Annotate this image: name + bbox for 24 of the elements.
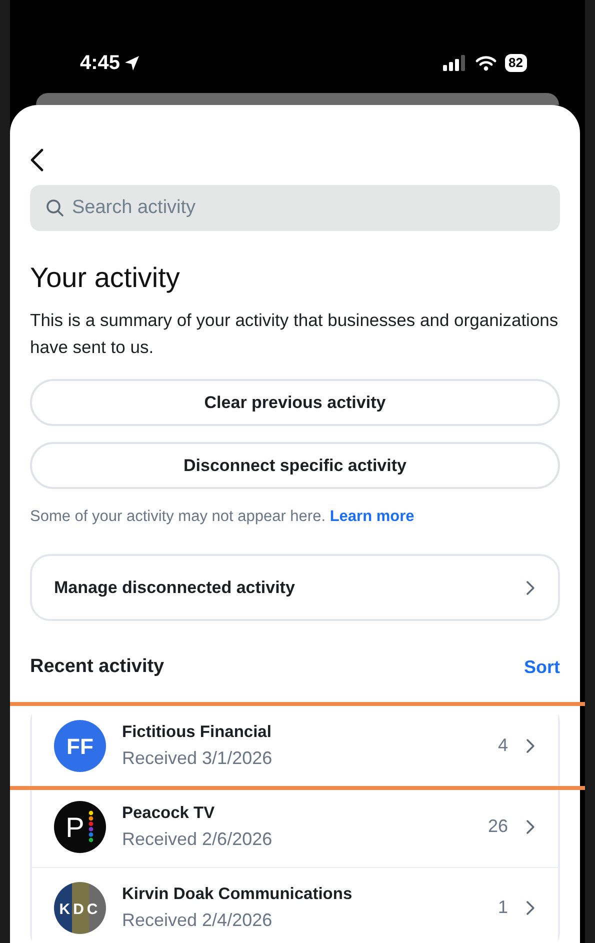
received-date: Received 3/1/2026 [122, 746, 272, 770]
activity-count: 1 [498, 896, 508, 920]
status-time: 4:45 [80, 51, 120, 76]
sort-link[interactable]: Sort [524, 654, 560, 681]
received-date: Received 2/4/2026 [122, 908, 274, 932]
battery-level: 82 [504, 54, 527, 72]
received-date: Received 2/6/2026 [122, 828, 272, 851]
company-logo: FF [54, 720, 106, 772]
page-title: Your activity [30, 261, 181, 295]
learn-more-link[interactable]: Learn more [330, 508, 414, 525]
company-name: Fictitious Financial [122, 722, 272, 743]
activity-count: 4 [498, 734, 508, 758]
company-name: Kirvin Doak Communications [122, 884, 352, 905]
action-button[interactable]: Disconnect specific activity [30, 442, 560, 489]
activity-count: 26 [488, 815, 508, 838]
description-text: This is a summary of your activity that businesses and organizations have sent to us. [30, 309, 560, 359]
search-field[interactable]: Search activity [30, 185, 560, 231]
action-button[interactable]: Clear previous activity [30, 379, 560, 426]
notice-text: Some of your activity may not appear here. Learn more [30, 507, 416, 527]
manage-button[interactable]: Manage disconnected activity [30, 554, 560, 622]
section-heading: Recent activity [30, 655, 164, 680]
company-logo: P [54, 800, 106, 853]
company-name: Peacock TV [122, 802, 216, 824]
company-logo: KDC [54, 882, 106, 934]
